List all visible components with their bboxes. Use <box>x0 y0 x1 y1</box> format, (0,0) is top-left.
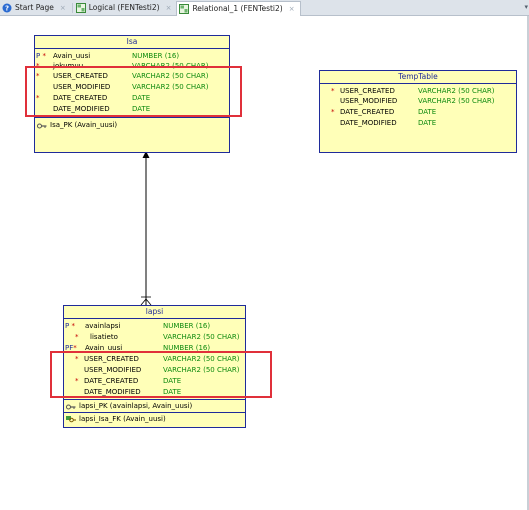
column-name: Avain_uusi <box>53 52 91 60</box>
foreign-key-icon <box>66 416 76 423</box>
section-divider <box>35 117 229 118</box>
column-type: DATE <box>418 119 437 127</box>
column-row[interactable]: * lisatieto VARCHAR2 (50 CHAR) <box>65 332 245 342</box>
column-name: DATE_MODIFIED <box>340 119 397 127</box>
column-row[interactable]: USER_MODIFIED VARCHAR2 (50 CHAR) <box>321 96 516 106</box>
section-divider <box>64 399 245 400</box>
table-title: TempTable <box>320 71 516 84</box>
table-title: lapsi <box>64 306 245 319</box>
column-name: lisatieto <box>90 333 118 341</box>
column-name: USER_CREATED <box>340 87 395 95</box>
highlight-box-lapsi-audit-columns <box>50 351 272 398</box>
mandatory-marker: * <box>75 333 79 341</box>
mandatory-marker: * <box>331 108 335 116</box>
key-row[interactable]: lapsi_PK (avainlapsi, Avain_uusi) <box>66 401 192 411</box>
mandatory-marker: * <box>71 322 75 330</box>
column-row[interactable]: * USER_CREATED VARCHAR2 (50 CHAR) <box>321 86 516 96</box>
column-row[interactable]: P * avainlapsi NUMBER (16) <box>65 321 245 331</box>
section-divider <box>64 412 245 413</box>
pk-marker: P <box>65 322 70 330</box>
key-row[interactable]: lapsi_Isa_FK (Avain_uusi) <box>66 414 166 424</box>
column-row[interactable]: P * Avain_uusi NUMBER (16) <box>36 51 229 61</box>
key-label: lapsi_PK (avainlapsi, Avain_uusi) <box>79 402 193 410</box>
column-name: DATE_CREATED <box>340 108 395 116</box>
column-type: VARCHAR2 (50 CHAR) <box>163 333 240 341</box>
mandatory-marker: * <box>331 87 335 95</box>
column-name: avainlapsi <box>85 322 121 330</box>
primary-key-icon <box>37 122 47 129</box>
key-label: Isa_PK (Avain_uusi) <box>50 121 118 129</box>
column-row[interactable]: * DATE_CREATED DATE <box>321 107 516 117</box>
column-name: USER_MODIFIED <box>340 97 398 105</box>
key-row[interactable]: Isa_PK (Avain_uusi) <box>37 120 117 130</box>
column-type: NUMBER (16) <box>163 322 211 330</box>
key-label: lapsi_Isa_FK (Avain_uusi) <box>79 415 166 423</box>
table-title: Isa <box>35 36 229 49</box>
table-temptable[interactable]: TempTable * USER_CREATED VARCHAR2 (50 CH… <box>319 70 517 153</box>
primary-key-icon <box>66 403 76 410</box>
column-type: VARCHAR2 (50 CHAR) <box>418 97 495 105</box>
column-type: DATE <box>418 108 437 116</box>
column-type: VARCHAR2 (50 CHAR) <box>418 87 495 95</box>
pk-marker: P <box>36 52 41 60</box>
mandatory-marker: * <box>42 52 46 60</box>
highlight-box-isa-audit-columns <box>25 66 242 117</box>
column-row[interactable]: DATE_MODIFIED DATE <box>321 118 516 128</box>
column-type: NUMBER (16) <box>132 52 180 60</box>
